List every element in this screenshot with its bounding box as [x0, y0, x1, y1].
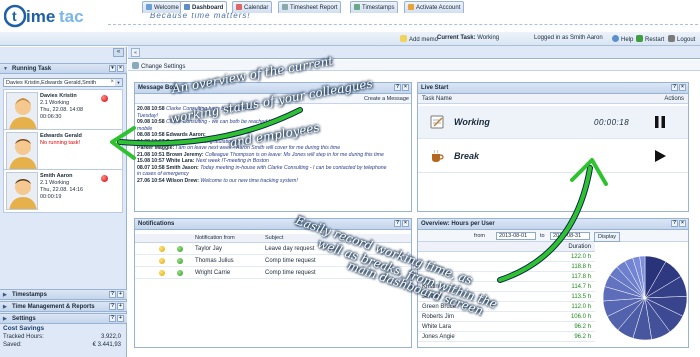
annotation-arrows [110, 107, 608, 283]
green-arrow-right [498, 166, 592, 282]
